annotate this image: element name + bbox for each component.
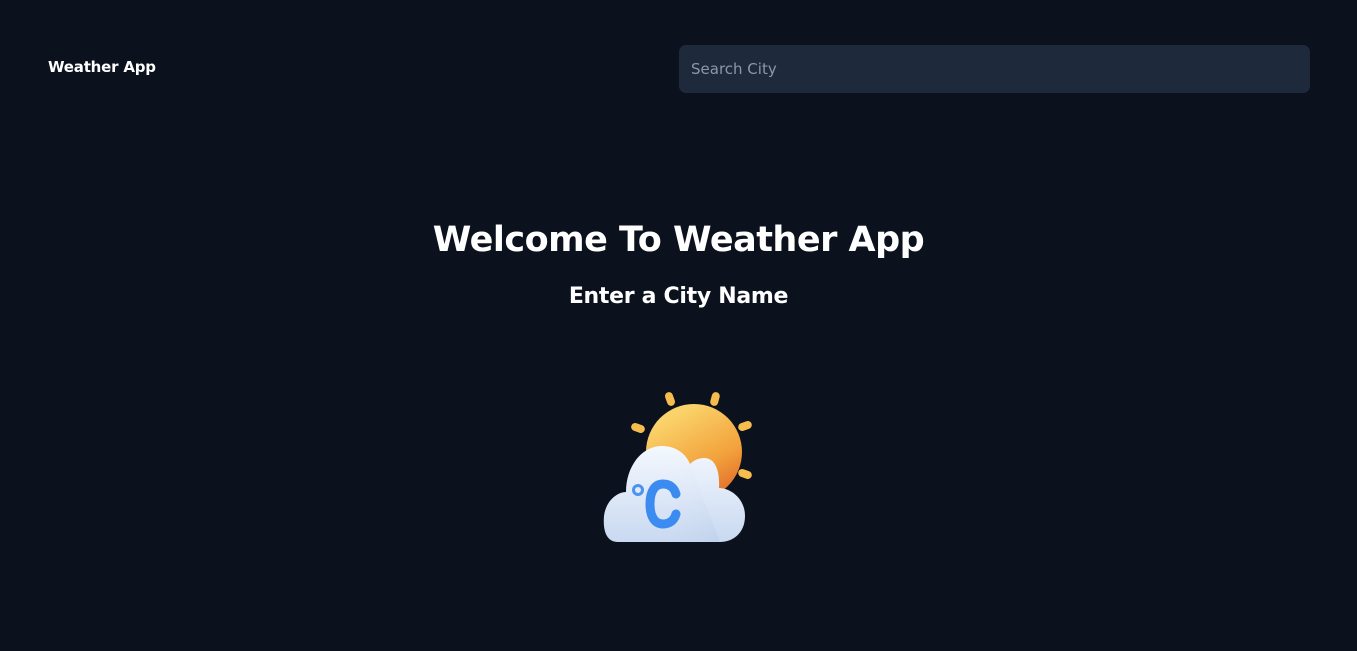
page-subtitle: Enter a City Name: [568, 284, 789, 309]
app-root: Weather App Welcome To Weather App Enter…: [0, 0, 1357, 651]
app-brand[interactable]: Weather App: [48, 58, 156, 76]
search-input[interactable]: [679, 45, 1310, 93]
search-bar[interactable]: [679, 45, 1310, 93]
sun-cloud-celsius-icon: [603, 392, 752, 542]
page-title: Welcome To Weather App: [432, 220, 925, 260]
